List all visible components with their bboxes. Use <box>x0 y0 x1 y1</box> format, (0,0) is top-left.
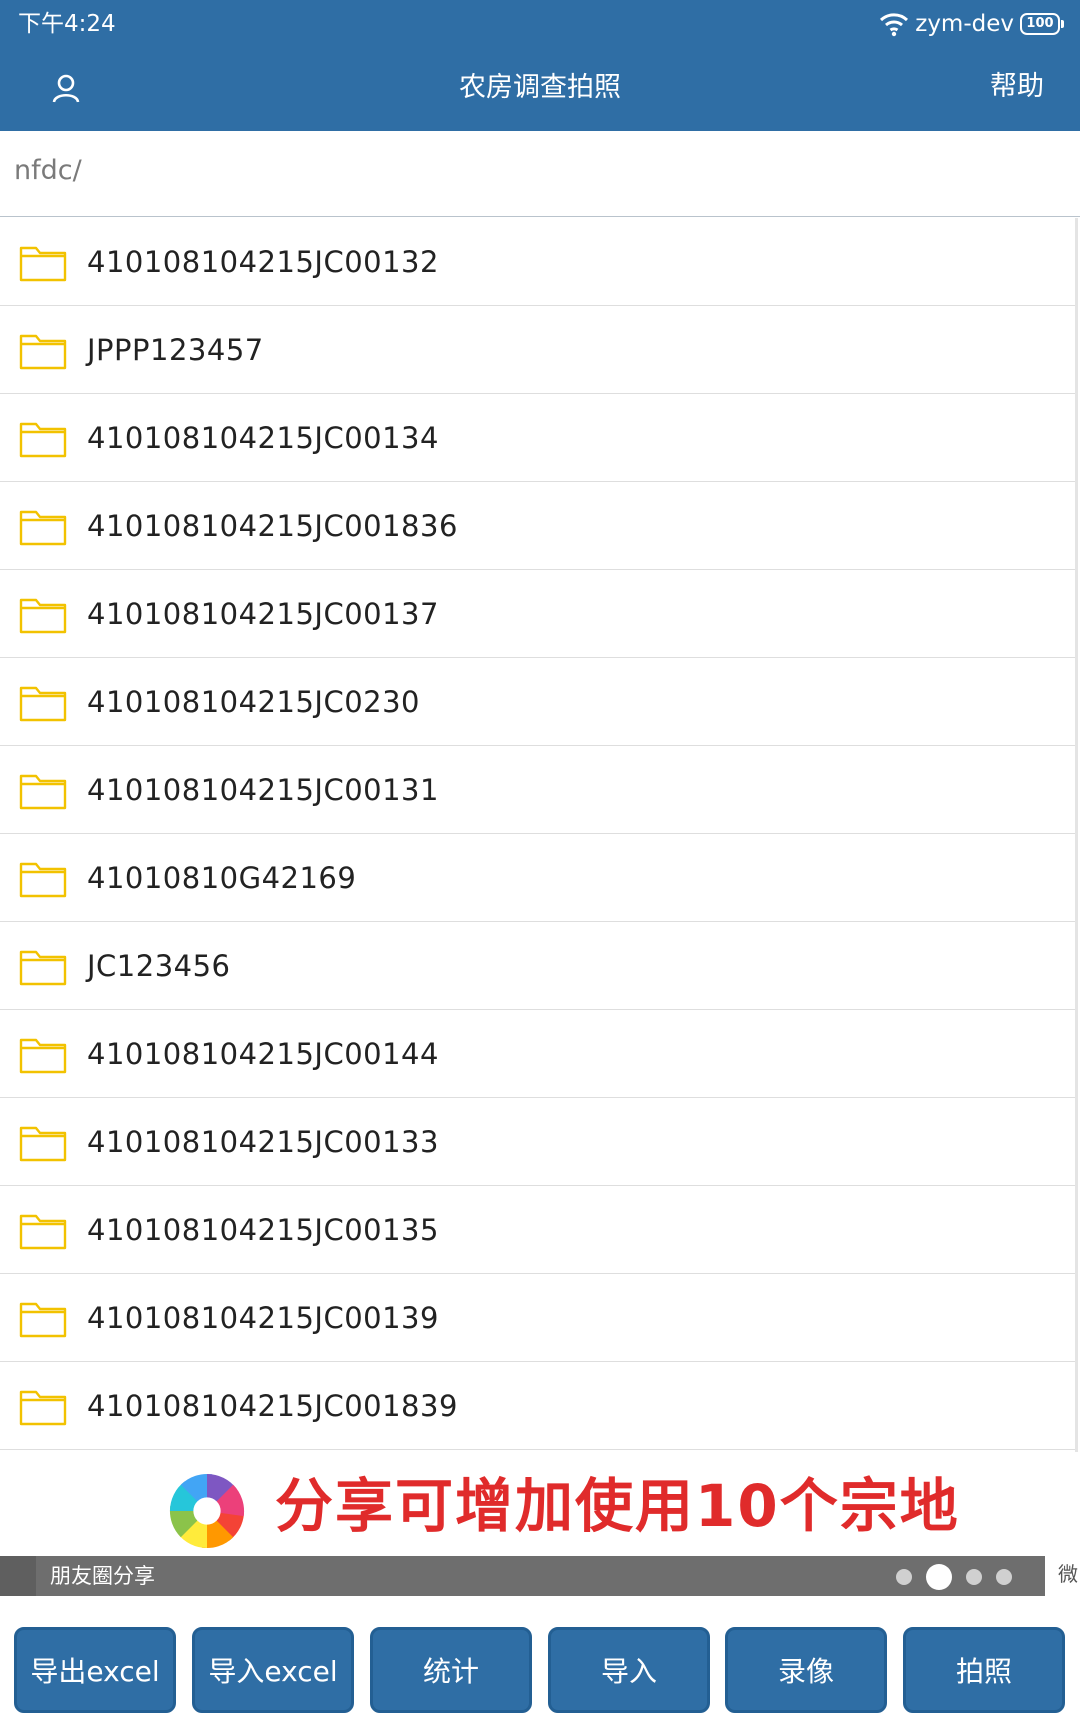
bottom-toolbar: 导出excel 导入excel 统计 导入 录像 拍照 <box>0 1610 1080 1728</box>
share-bar[interactable] <box>0 1556 1045 1596</box>
file-name: 410108104215JC0230 <box>87 684 421 719</box>
share-bar-edge <box>0 1556 36 1596</box>
folder-icon <box>19 1302 67 1337</box>
folder-icon <box>19 1214 67 1249</box>
file-row[interactable]: 410108104215JC00139 <box>0 1274 1075 1362</box>
folder-icon <box>19 774 67 809</box>
file-row[interactable]: JC123456 <box>0 922 1075 1010</box>
file-row[interactable]: 410108104215JC0230 <box>0 658 1075 746</box>
folder-icon <box>19 1126 67 1161</box>
file-name: 410108104215JC00135 <box>87 1212 439 1247</box>
file-row[interactable]: 410108104215JC00137 <box>0 570 1075 658</box>
file-row[interactable]: 410108104215JC001836 <box>0 482 1075 570</box>
file-row[interactable]: 410108104215JC00133 <box>0 1098 1075 1186</box>
status-indicators: zym-dev 100 <box>879 8 1064 40</box>
file-name: 41010810G42169 <box>87 860 357 895</box>
file-name: JC123456 <box>87 948 231 983</box>
folder-icon <box>19 246 67 281</box>
file-name: 410108104215JC001836 <box>87 508 458 543</box>
photo-button[interactable]: 拍照 <box>903 1627 1065 1713</box>
file-name: 410108104215JC001839 <box>87 1388 458 1423</box>
page-dot <box>996 1569 1012 1585</box>
current-path: nfdc/ <box>14 155 82 186</box>
help-button[interactable]: 帮助 <box>990 68 1044 106</box>
network-name: zym-dev <box>915 11 1014 37</box>
page-indicator <box>896 1564 1012 1590</box>
battery-level: 100 <box>1020 13 1060 35</box>
file-row[interactable]: 410108104215JC00144 <box>0 1010 1075 1098</box>
file-row[interactable]: 410108104215JC00134 <box>0 394 1075 482</box>
ad-banner[interactable]: 分享可增加使用10个宗地 <box>0 1452 1080 1559</box>
battery-icon: 100 <box>1020 13 1064 35</box>
export-excel-button[interactable]: 导出excel <box>14 1627 176 1713</box>
aperture-logo-icon <box>169 1473 245 1549</box>
file-name: 410108104215JC00132 <box>87 244 439 279</box>
ad-text: 分享可增加使用10个宗地 <box>275 1472 960 1540</box>
page-dot <box>896 1569 912 1585</box>
wechat-label: 微 <box>1058 1562 1078 1586</box>
file-name: 410108104215JC00137 <box>87 596 439 631</box>
folder-icon <box>19 1038 67 1073</box>
folder-icon <box>19 510 67 545</box>
stats-button[interactable]: 统计 <box>370 1627 532 1713</box>
path-bar: nfdc/ <box>0 131 1080 217</box>
file-row[interactable]: 410108104215JC00131 <box>0 746 1075 834</box>
video-button[interactable]: 录像 <box>725 1627 887 1713</box>
page-dot <box>966 1569 982 1585</box>
folder-icon <box>19 950 67 985</box>
file-row[interactable]: 410108104215JC00132 <box>0 218 1075 306</box>
folder-icon <box>19 334 67 369</box>
folder-icon <box>19 862 67 897</box>
file-row[interactable]: 410108104215JC00135 <box>0 1186 1075 1274</box>
file-list[interactable]: 410108104215JC00132 JPPP123457 41010810421… <box>0 218 1078 1452</box>
file-name: 410108104215JC00133 <box>87 1124 439 1159</box>
share-label: 朋友圈分享 <box>50 1564 155 1588</box>
folder-icon <box>19 686 67 721</box>
folder-icon <box>19 1390 67 1425</box>
file-name: JPPP123457 <box>87 332 264 367</box>
import-excel-button[interactable]: 导入excel <box>192 1627 354 1713</box>
app-bar: 农房调查拍照 帮助 <box>0 44 1080 131</box>
file-name: 410108104215JC00139 <box>87 1300 439 1335</box>
file-name: 410108104215JC00144 <box>87 1036 439 1071</box>
file-row[interactable]: 410108104215JC001839 <box>0 1362 1075 1450</box>
import-button[interactable]: 导入 <box>548 1627 710 1713</box>
status-time: 下午4:24 <box>18 11 116 37</box>
file-name: 410108104215JC00134 <box>87 420 439 455</box>
file-row[interactable]: JPPP123457 <box>0 306 1075 394</box>
header: 下午4:24 zym-dev 100 农房调查拍照 帮助 <box>0 0 1080 131</box>
file-row[interactable]: 41010810G42169 <box>0 834 1075 922</box>
file-name: 410108104215JC00131 <box>87 772 439 807</box>
page-title: 农房调查拍照 <box>459 72 621 103</box>
folder-icon <box>19 598 67 633</box>
wifi-icon <box>880 13 909 37</box>
page-dot-active <box>926 1564 952 1590</box>
folder-icon <box>19 422 67 457</box>
